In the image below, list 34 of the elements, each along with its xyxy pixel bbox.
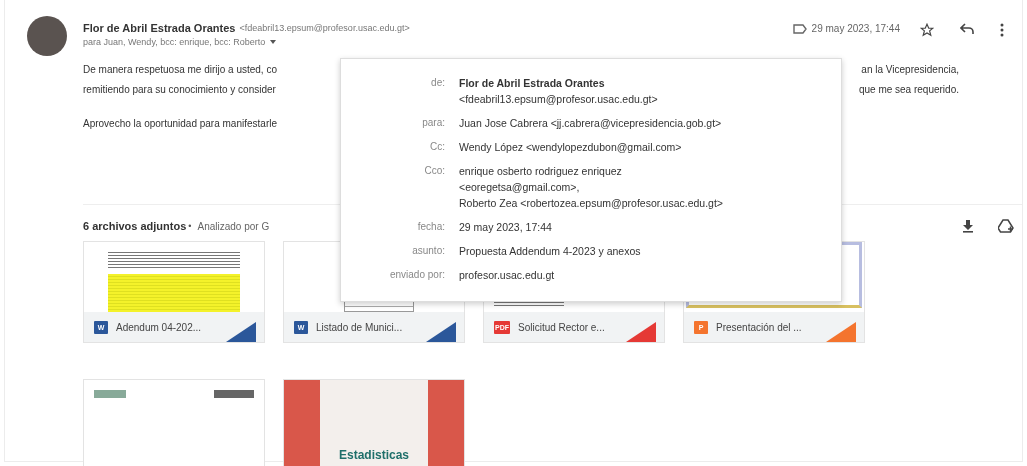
detail-label: enviado por: [388,268,445,282]
body-text: que me sea requerido. [858,83,959,97]
detail-value: 29 may 2023, 17:44 [459,220,552,235]
body-text: an la Vicepresidencia, [861,63,959,77]
detail-label: Cco: [423,164,445,178]
detail-value: <eoregetsa@gmail.com>, [459,180,581,195]
body-text: De manera respetuosa me dirijo a usted, co [83,63,277,77]
detail-label: Cc: [429,140,445,154]
sender-email: <fdeabril13.epsum@profesor.usac.edu.gt> [239,23,410,33]
detail-value: enrique osberto rodriguez enriquez [459,164,623,179]
recipients-summary: para Juan, Wendy, bcc: enrique, bcc: Roberto [83,37,266,47]
detail-value: <fdeabril13.epsum@profesor.usac.edu.gt> [459,92,658,107]
detail-value: Roberto Zea <robertozea.epsum@profesor.usac.edu.gt> [459,196,723,211]
preview-title: Estadisticas [338,448,409,462]
scan-note: Analizado por G [197,220,270,232]
detail-label: para: [421,116,445,130]
detail-value: Propuesta Addendum 4-2023 y anexos [459,244,641,259]
detail-value: Flor de Abril Estrada Orantes [459,76,606,91]
detail-value: profesor.usac.edu.gt [459,268,555,283]
detail-value: Juan Jose Cabrera <jj.cabrera@vicepresidencia.gob.gt> [459,116,722,131]
sender-name: Flor de Abril Estrada Orantes [83,22,236,34]
detail-label: fecha: [416,220,445,234]
detail-value: Wendy López <wendylopezdubon@gmail.com> [459,140,682,155]
message-date: 29 may 2023, 17:44 [811,23,900,34]
file-name: Solicitud Rector e... [518,321,605,333]
attachments-count: 6 archivos adjuntos [83,220,187,232]
detail-label: de: [430,76,445,90]
file-name: Presentación del ... [716,321,802,333]
detail-label: asunto: [411,244,445,258]
body-text: Aprovecho la oportunidad para manifestarle [83,117,277,131]
body-text: remitiendo para su conocimiento y consider [83,83,276,97]
separator-dot: • [188,221,192,231]
file-name: Adendum 04-202... [116,321,202,333]
file-name: Listado de Munici... [316,321,403,333]
